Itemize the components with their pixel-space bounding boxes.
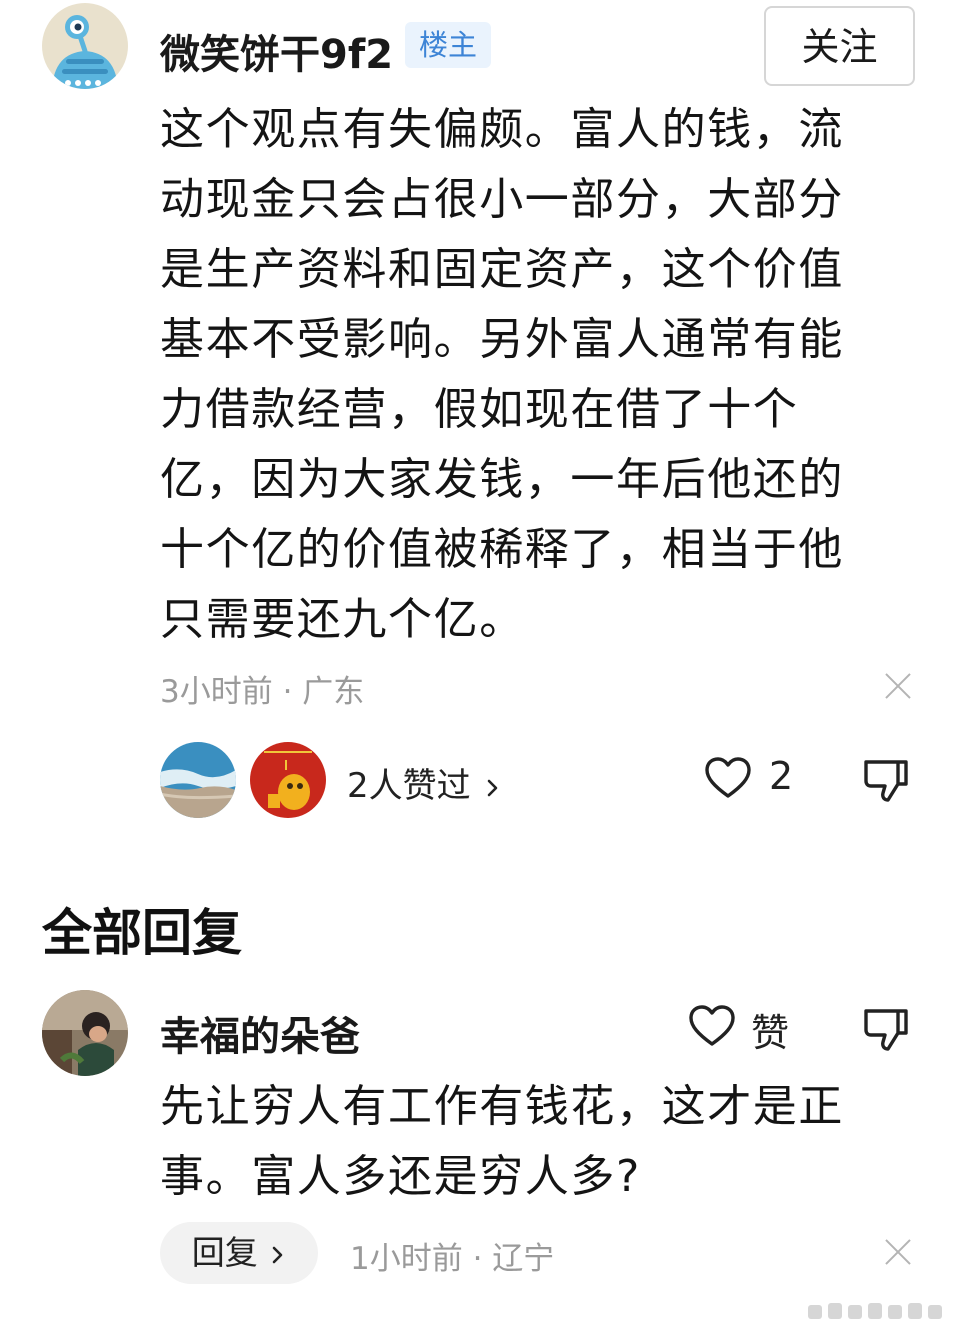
reply-author-name[interactable]: 幸福的朵爸 [160,1004,360,1062]
comment-body-line: 动现金只会占很小一部分，大部分 [160,174,844,225]
liker-avatar-1[interactable] [160,742,236,818]
comment-body-line: 基本不受影响。另外富人通常有能 [160,314,844,365]
thumbs-down-icon[interactable] [862,1005,910,1053]
watermark-logo [808,1303,942,1319]
comment-location: 广东 [302,674,365,710]
likers-count-label: 2人赞过 [347,766,471,806]
reply-button[interactable]: 回复 [160,1222,318,1284]
chevron-right-icon [272,1246,283,1263]
chevron-right-icon [488,779,498,796]
comment-author-name[interactable]: 微笑饼干9f2 [160,22,393,80]
reply-author-avatar[interactable] [42,990,128,1076]
beach-photo-icon [160,742,236,818]
comment-body-line: 亿，因为大家发钱，一年后他还的 [160,454,844,505]
op-badge: 楼主 [405,22,492,68]
meta-separator: · [272,674,303,710]
reply-body-line: 先让穷人有工作有钱花，这才是正 [160,1081,844,1132]
thumbs-down-icon[interactable] [862,756,910,804]
liker-avatar-2[interactable] [250,742,326,818]
comment-meta: 3小时前 · 广东 [160,666,364,711]
reply-button-label: 回复 [191,1233,258,1272]
all-replies-heading: 全部回复 [42,904,242,962]
close-icon[interactable] [884,1238,912,1266]
alien-avatar-icon [42,3,128,89]
comment-body-line: 十个亿的价值被稀释了，相当于他 [160,524,844,575]
comment-body-line: 这个观点有失偏颇。富人的钱，流 [160,104,844,155]
reply-meta: 1小时前 · 辽宁 [350,1233,554,1278]
child-photo-icon [42,990,128,1076]
heart-icon[interactable] [704,756,752,800]
comment-body-line: 力借款经营，假如现在借了十个 [160,384,799,435]
reply-body-line: 事。富人多还是穷人多? [160,1151,641,1202]
heart-icon[interactable] [688,1004,736,1048]
reply-location: 辽宁 [492,1241,555,1277]
comment-body-line: 是生产资料和固定资产，这个价值 [160,244,844,295]
author-avatar[interactable] [42,3,128,89]
likers-summary[interactable]: 2人赞过 [347,758,501,807]
follow-button[interactable]: 关注 [764,6,915,86]
like-count: 2 [769,754,794,798]
reply-time: 1小时前 [350,1241,463,1277]
comment-time: 3小时前 [160,674,273,710]
reply-like-label[interactable]: 赞 [751,1002,789,1057]
close-icon[interactable] [884,672,912,700]
meta-separator: · [462,1241,493,1277]
comment-body-line: 只需要还九个亿。 [160,594,525,645]
mascot-photo-icon [250,742,326,818]
